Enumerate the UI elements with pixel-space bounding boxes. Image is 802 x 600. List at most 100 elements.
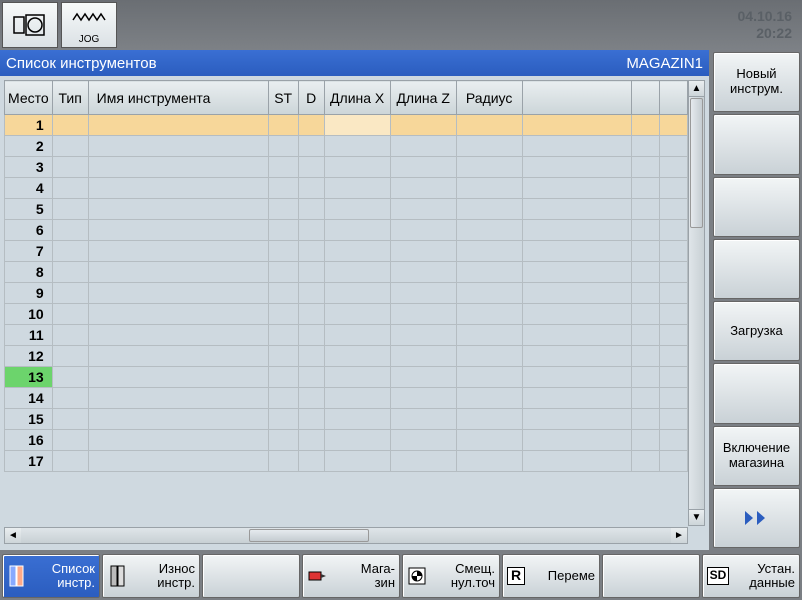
table-row[interactable]: 4 bbox=[5, 178, 688, 199]
cell[interactable] bbox=[324, 388, 390, 409]
cell[interactable] bbox=[660, 178, 688, 199]
horizontal-scrollbar[interactable]: ◄ ► bbox=[4, 527, 688, 544]
table-row[interactable]: 5 bbox=[5, 199, 688, 220]
cell[interactable] bbox=[88, 304, 268, 325]
cell[interactable] bbox=[522, 451, 631, 472]
cell[interactable] bbox=[660, 304, 688, 325]
cell[interactable] bbox=[632, 388, 660, 409]
col-lx[interactable]: Длина X bbox=[324, 81, 390, 115]
side-button-4[interactable] bbox=[713, 239, 800, 299]
cell[interactable] bbox=[660, 409, 688, 430]
cell[interactable] bbox=[456, 451, 522, 472]
col-extra2[interactable] bbox=[660, 81, 688, 115]
cell[interactable] bbox=[88, 136, 268, 157]
cell[interactable] bbox=[88, 367, 268, 388]
cell[interactable] bbox=[52, 388, 88, 409]
tool-table[interactable]: Место Тип Имя инструмента ST D Длина X Д… bbox=[4, 80, 688, 526]
cell[interactable] bbox=[390, 388, 456, 409]
cell[interactable] bbox=[88, 430, 268, 451]
cell[interactable] bbox=[88, 241, 268, 262]
cell[interactable] bbox=[390, 409, 456, 430]
cell[interactable] bbox=[268, 241, 298, 262]
cell[interactable] bbox=[456, 325, 522, 346]
machine-icon-button[interactable] bbox=[2, 2, 58, 48]
magazine-enable-button[interactable]: Включение магазина bbox=[713, 426, 800, 486]
table-row[interactable]: 17 bbox=[5, 451, 688, 472]
cell[interactable] bbox=[324, 346, 390, 367]
cell[interactable] bbox=[456, 283, 522, 304]
cell[interactable] bbox=[660, 388, 688, 409]
cell[interactable] bbox=[268, 220, 298, 241]
cell[interactable] bbox=[298, 220, 324, 241]
cell[interactable] bbox=[298, 388, 324, 409]
cell[interactable] bbox=[324, 409, 390, 430]
col-r[interactable]: Радиус bbox=[456, 81, 522, 115]
cell[interactable] bbox=[298, 199, 324, 220]
cell[interactable] bbox=[522, 220, 631, 241]
setting-data-button[interactable]: SD Устан. данные bbox=[702, 554, 800, 598]
cell[interactable] bbox=[522, 199, 631, 220]
cell[interactable] bbox=[268, 409, 298, 430]
cell[interactable] bbox=[88, 262, 268, 283]
cell[interactable] bbox=[324, 451, 390, 472]
col-extra1[interactable] bbox=[632, 81, 660, 115]
tool-list-button[interactable]: Список инстр. bbox=[2, 554, 100, 598]
magazine-button[interactable]: Мага- зин bbox=[302, 554, 400, 598]
table-row[interactable]: 8 bbox=[5, 262, 688, 283]
cell[interactable] bbox=[268, 157, 298, 178]
scroll-thumb[interactable] bbox=[690, 98, 703, 228]
cell[interactable] bbox=[268, 136, 298, 157]
scroll-left-button[interactable]: ◄ bbox=[5, 528, 21, 543]
cell[interactable] bbox=[324, 304, 390, 325]
cell[interactable] bbox=[632, 325, 660, 346]
cell[interactable] bbox=[88, 325, 268, 346]
cell[interactable] bbox=[522, 136, 631, 157]
bottom-button-7[interactable] bbox=[602, 554, 700, 598]
cell[interactable] bbox=[268, 178, 298, 199]
cell[interactable] bbox=[324, 367, 390, 388]
cell[interactable] bbox=[390, 283, 456, 304]
cell[interactable] bbox=[52, 283, 88, 304]
cell[interactable] bbox=[632, 430, 660, 451]
cell[interactable] bbox=[52, 136, 88, 157]
cell[interactable] bbox=[522, 262, 631, 283]
cell[interactable] bbox=[456, 115, 522, 136]
cell[interactable] bbox=[632, 409, 660, 430]
cell[interactable] bbox=[390, 451, 456, 472]
cell[interactable] bbox=[660, 346, 688, 367]
cell[interactable] bbox=[456, 430, 522, 451]
cell[interactable] bbox=[298, 325, 324, 346]
cell[interactable] bbox=[52, 325, 88, 346]
cell[interactable] bbox=[456, 304, 522, 325]
cell[interactable] bbox=[390, 430, 456, 451]
cell[interactable] bbox=[268, 283, 298, 304]
cell[interactable] bbox=[390, 178, 456, 199]
cell[interactable] bbox=[324, 283, 390, 304]
cell[interactable] bbox=[390, 304, 456, 325]
cell[interactable] bbox=[632, 451, 660, 472]
table-row[interactable]: 12 bbox=[5, 346, 688, 367]
cell[interactable] bbox=[268, 262, 298, 283]
cell[interactable] bbox=[52, 220, 88, 241]
cell[interactable] bbox=[298, 430, 324, 451]
table-row[interactable]: 13 bbox=[5, 367, 688, 388]
cell[interactable] bbox=[522, 304, 631, 325]
cell[interactable] bbox=[522, 346, 631, 367]
cell[interactable] bbox=[632, 157, 660, 178]
cell[interactable] bbox=[298, 115, 324, 136]
cell[interactable] bbox=[298, 451, 324, 472]
cell[interactable] bbox=[88, 409, 268, 430]
table-row[interactable]: 3 bbox=[5, 157, 688, 178]
cell[interactable] bbox=[632, 346, 660, 367]
cell[interactable] bbox=[268, 367, 298, 388]
cell[interactable] bbox=[52, 451, 88, 472]
cell[interactable] bbox=[660, 241, 688, 262]
cell[interactable] bbox=[298, 304, 324, 325]
col-rest[interactable] bbox=[522, 81, 631, 115]
cell[interactable] bbox=[522, 157, 631, 178]
cell[interactable] bbox=[52, 346, 88, 367]
cell[interactable] bbox=[324, 178, 390, 199]
cell[interactable] bbox=[324, 157, 390, 178]
cell[interactable] bbox=[298, 262, 324, 283]
cell[interactable] bbox=[632, 136, 660, 157]
